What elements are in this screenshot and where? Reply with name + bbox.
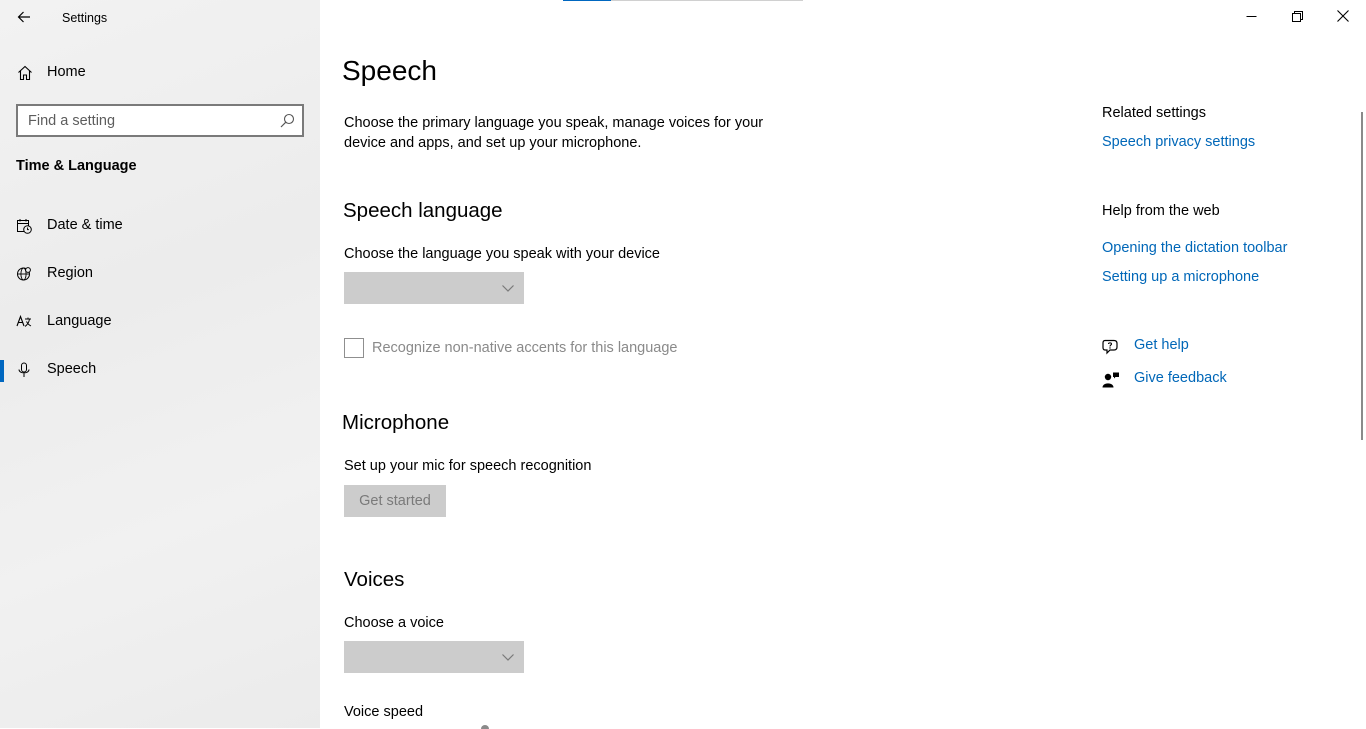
dictation-toolbar-link[interactable]: Opening the dictation toolbar — [1102, 240, 1287, 256]
language-icon — [16, 314, 32, 327]
get-help-link[interactable]: Get help — [1134, 337, 1189, 353]
choose-voice-prompt: Choose a voice — [344, 615, 444, 631]
speech-language-prompt: Choose the language you speak with your … — [344, 246, 660, 262]
give-feedback-icon — [1102, 372, 1119, 388]
close-icon — [1337, 10, 1349, 22]
sidebar: Settings Home Time & Language Date & tim… — [0, 0, 320, 728]
section-title: Time & Language — [16, 158, 137, 174]
sidebar-item-label: Region — [47, 265, 93, 281]
close-button[interactable] — [1320, 0, 1366, 32]
vertical-scrollbar[interactable] — [1361, 112, 1363, 440]
restore-icon — [1291, 10, 1303, 22]
microphone-icon — [18, 362, 30, 377]
setup-microphone-link[interactable]: Setting up a microphone — [1102, 269, 1259, 285]
sidebar-item-label: Language — [47, 313, 112, 329]
non-native-accents-label: Recognize non-native accents for this la… — [372, 340, 678, 356]
sidebar-item-label: Date & time — [47, 217, 123, 233]
non-native-accents-checkbox[interactable] — [344, 338, 364, 358]
chevron-down-icon — [502, 285, 514, 292]
home-icon — [18, 65, 32, 81]
search-box[interactable] — [16, 104, 304, 137]
app-title: Settings — [62, 11, 108, 25]
sidebar-item-label: Speech — [47, 361, 97, 377]
help-from-web-heading: Help from the web — [1102, 203, 1220, 219]
sidebar-item-language[interactable]: Language — [0, 302, 320, 342]
restore-button[interactable] — [1274, 0, 1320, 32]
sidebar-item-date-time[interactable]: Date & time — [0, 206, 320, 246]
home-label: Home — [47, 64, 86, 80]
speech-privacy-settings-link[interactable]: Speech privacy settings — [1102, 134, 1255, 150]
home-nav-item[interactable]: Home — [0, 56, 320, 90]
get-started-button[interactable]: Get started — [344, 485, 446, 517]
minimize-button[interactable] — [1228, 0, 1274, 32]
search-input[interactable] — [28, 111, 268, 131]
give-feedback-link[interactable]: Give feedback — [1134, 370, 1227, 386]
speech-language-heading: Speech language — [343, 199, 503, 222]
voices-heading: Voices — [344, 568, 405, 591]
voice-speed-slider-thumb[interactable] — [481, 725, 489, 729]
page-indicator-active — [563, 0, 611, 1]
voice-dropdown[interactable] — [344, 641, 524, 673]
region-icon — [17, 267, 31, 281]
sidebar-item-region[interactable]: Region — [0, 254, 320, 294]
page-indicator — [563, 0, 803, 1]
chevron-down-icon — [502, 654, 514, 661]
minimize-icon — [1246, 15, 1256, 17]
back-button[interactable] — [8, 4, 40, 30]
speech-language-dropdown[interactable] — [344, 272, 524, 304]
back-arrow-icon — [17, 11, 30, 23]
sidebar-item-speech[interactable]: Speech — [0, 350, 320, 390]
microphone-prompt: Set up your mic for speech recognition — [344, 458, 592, 474]
related-settings-heading: Related settings — [1102, 105, 1206, 121]
voice-speed-label: Voice speed — [344, 704, 424, 720]
main-content: Speech Choose the primary language you s… — [320, 0, 1366, 729]
page-description: Choose the primary language you speak, m… — [344, 115, 764, 151]
microphone-heading: Microphone — [342, 411, 450, 434]
get-help-icon — [1102, 339, 1118, 355]
date-time-icon — [17, 219, 32, 234]
search-icon[interactable] — [280, 113, 295, 128]
page-title: Speech — [342, 55, 437, 86]
